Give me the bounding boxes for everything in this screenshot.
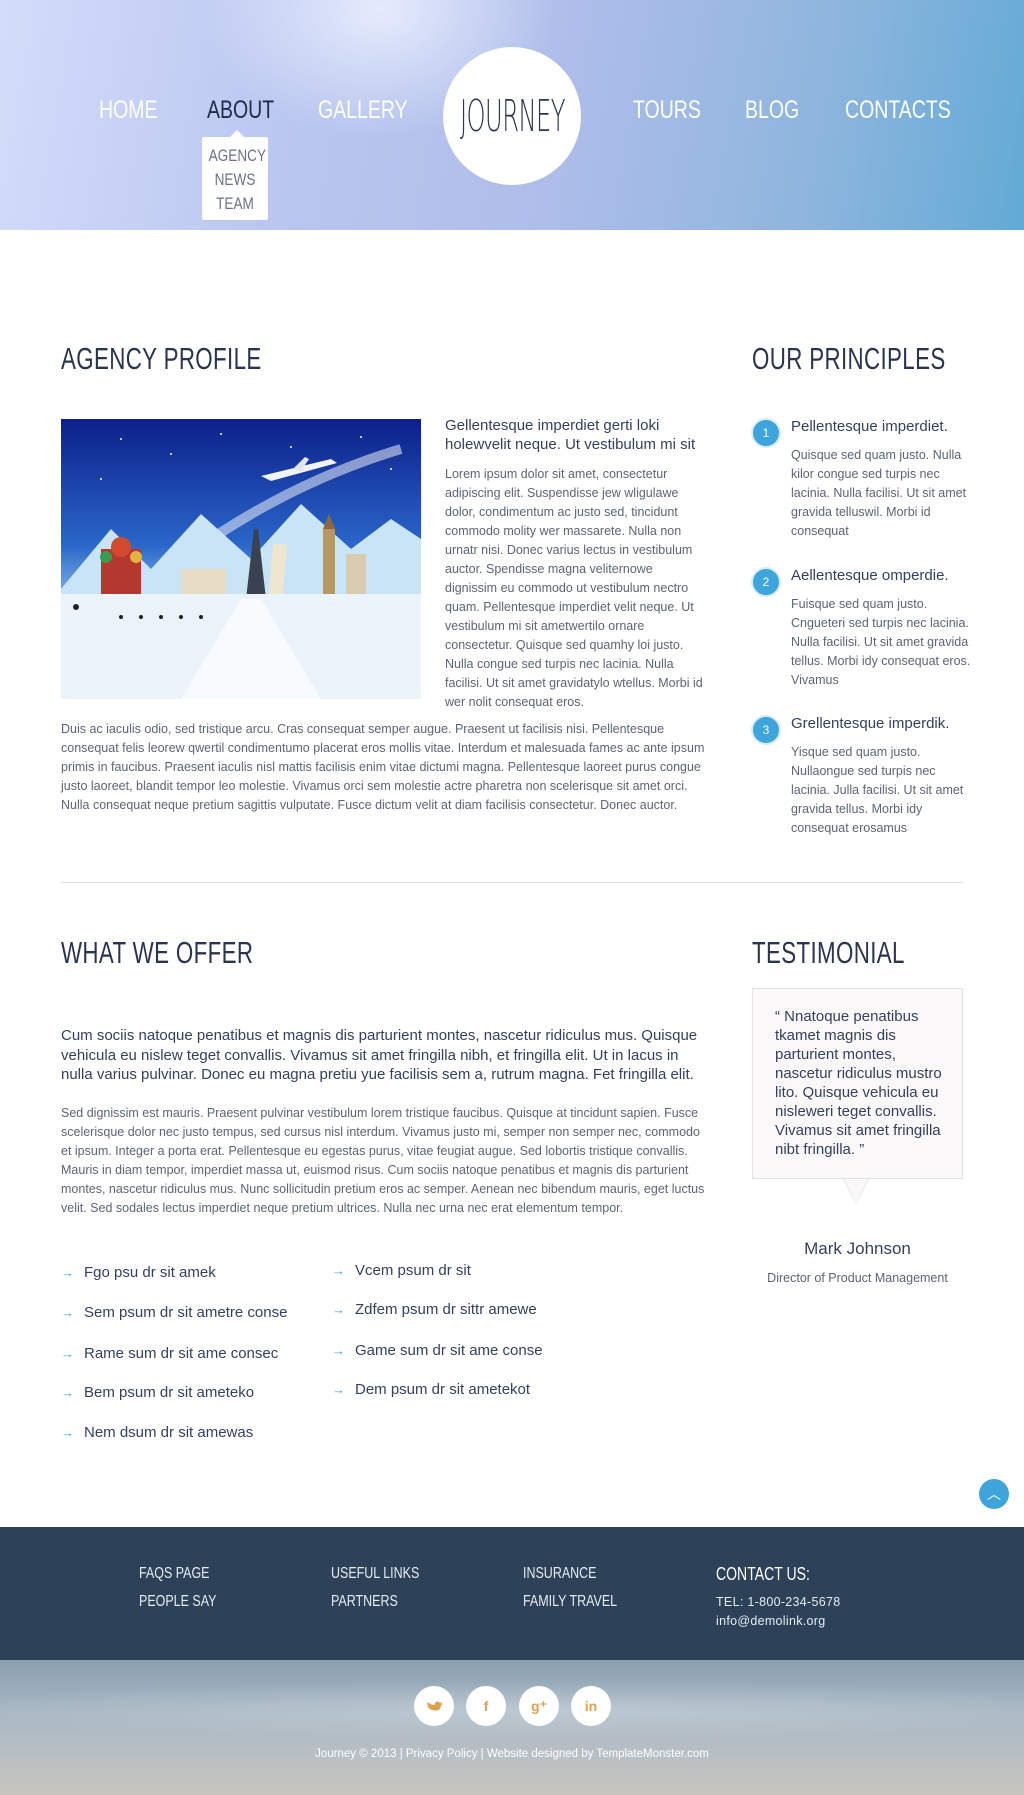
offer-list-label: Rame sum dr sit ame consec: [84, 1345, 279, 1362]
arrow-right-icon: →: [332, 1382, 345, 1397]
arrow-right-icon: →: [332, 1263, 345, 1278]
offer-list-label: Dem psum dr sit ametekot: [355, 1381, 531, 1398]
twitter-icon[interactable]: [414, 1686, 454, 1726]
offer-body-text: Sed dignissim est mauris. Praesent pulvi…: [61, 1106, 705, 1215]
section-divider: [61, 882, 963, 883]
offer-list-label: Fgo psu dr sit amek: [84, 1264, 216, 1281]
offer-lead-text: Cum sociis natoque penatibus et magnis d…: [61, 1027, 698, 1083]
logo[interactable]: JOURNEY: [443, 47, 581, 185]
footer-link-faqs[interactable]: FAQS PAGE: [139, 1565, 210, 1583]
principle-title: Pellentesque imperdiet.: [791, 418, 948, 435]
logo-text: JOURNEY: [459, 90, 565, 142]
profile-wide-text: Duis ac iaculis odio, sed tristique arcu…: [61, 722, 705, 812]
scroll-to-top-button[interactable]: ︿: [979, 1479, 1009, 1509]
testimonial-role: Director of Product Management: [767, 1271, 948, 1285]
arrow-right-icon: →: [61, 1385, 74, 1400]
offer-heading: WHAT WE OFFER: [61, 935, 254, 970]
footer-link-useful-links[interactable]: USEFUL LINKS: [331, 1565, 419, 1583]
header: HOME ABOUT GALLERY JOURNEY TOURS BLOG CO…: [0, 0, 1024, 230]
footer-email[interactable]: info@demolink.org: [716, 1614, 826, 1628]
footer-phone: TEL: 1-800-234-5678: [716, 1595, 841, 1609]
offer-list-label: Game sum dr sit ame conse: [355, 1342, 543, 1359]
principle-text: Fuisque sed quam justo. Cngueteri sed tu…: [791, 597, 971, 687]
principle-number: 1: [753, 420, 779, 446]
arrow-right-icon: →: [61, 1346, 74, 1361]
google-plus-icon[interactable]: g⁺: [519, 1686, 559, 1726]
bottom-bar: [0, 1660, 1024, 1795]
arrow-right-icon: →: [332, 1302, 345, 1317]
offer-list-label: Sem psum dr sit ametre conse: [84, 1304, 288, 1321]
arrow-right-icon: →: [61, 1425, 74, 1440]
offer-list-label: Bem psum dr sit ameteko: [84, 1384, 255, 1401]
nav-blog[interactable]: BLOG: [745, 96, 799, 125]
nav-contacts[interactable]: CONTACTS: [845, 96, 951, 125]
arrow-right-icon: →: [332, 1343, 345, 1358]
submenu-agency[interactable]: AGENCY: [209, 144, 266, 168]
footer-link-family-travel[interactable]: FAMILY TRAVEL: [523, 1593, 617, 1611]
principle-number: 3: [753, 717, 779, 743]
principle-text: Yisque sed quam justo. Nullaongue sed tu…: [791, 745, 964, 835]
footer-contact-heading: CONTACT US:: [716, 1564, 810, 1584]
copyright-text: Journey © 2013 | Privacy Policy | Websit…: [315, 1748, 709, 1760]
footer: FAQS PAGE PEOPLE SAY USEFUL LINKS PARTNE…: [0, 1527, 1024, 1660]
offer-list-label: Zdfem psum dr sittr amewe: [355, 1301, 537, 1318]
offer-list-label: Nem dsum dr sit amewas: [84, 1424, 254, 1441]
principle-title: Grellentesque imperdik.: [791, 715, 950, 732]
linkedin-icon[interactable]: in: [571, 1686, 611, 1726]
profile-body-text: Lorem ipsum dolor sit amet, consectetur …: [445, 467, 703, 709]
nav-tours[interactable]: TOURS: [633, 96, 701, 125]
footer-link-people-say[interactable]: PEOPLE SAY: [139, 1593, 216, 1611]
principle-text: Quisque sed quam justo. Nulla kilor cong…: [791, 448, 967, 538]
submenu-team[interactable]: TEAM: [209, 192, 262, 216]
nav-home[interactable]: HOME: [99, 96, 158, 125]
about-submenu: AGENCY NEWS TEAM: [202, 130, 268, 220]
arrow-right-icon: →: [61, 1265, 74, 1280]
sea-background: [0, 1680, 1024, 1740]
nav-gallery[interactable]: GALLERY: [318, 96, 408, 125]
testimonial-quote-box: “ Nnatoque penatibus tkamet magnis dis p…: [752, 988, 963, 1204]
offer-list-label: Vcem psum dr sit: [355, 1262, 471, 1279]
profile-lead-text: Gellentesque imperdiet gerti loki holewv…: [445, 417, 696, 453]
principle-number: 2: [753, 569, 779, 595]
facebook-icon[interactable]: f: [466, 1686, 506, 1726]
chevron-up-icon: ︿: [987, 1486, 1001, 1502]
travel-collage-image: [61, 419, 421, 699]
footer-link-partners[interactable]: PARTNERS: [331, 1593, 398, 1611]
footer-link-insurance[interactable]: INSURANCE: [523, 1565, 597, 1583]
testimonial-quote: “ Nnatoque penatibus tkamet magnis dis p…: [775, 1008, 942, 1158]
testimonial-heading: TESTIMONIAL: [752, 935, 905, 970]
arrow-right-icon: →: [61, 1305, 74, 1320]
travel-collage-graphic: [61, 419, 421, 699]
nav-about[interactable]: ABOUT: [207, 96, 274, 125]
agency-profile-heading: AGENCY PROFILE: [61, 341, 262, 376]
principle-title: Aellentesque omperdie.: [791, 567, 949, 584]
principles-heading: OUR PRINCIPLES: [752, 341, 946, 376]
testimonial-name: Mark Johnson: [804, 1239, 911, 1258]
submenu-news[interactable]: NEWS: [209, 168, 262, 192]
